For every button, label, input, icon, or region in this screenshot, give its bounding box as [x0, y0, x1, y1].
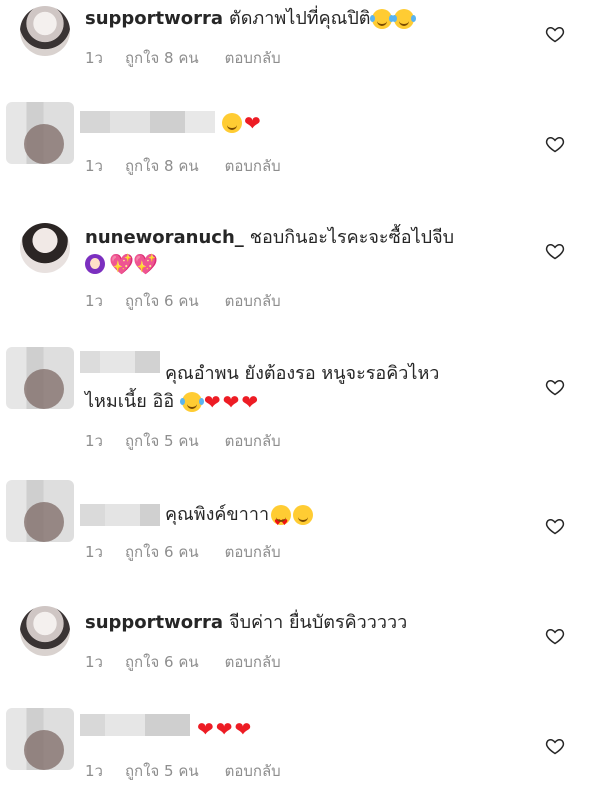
- comment-meta: 1ว ถูกใจ 6 คน ตอบกลับ: [85, 289, 303, 313]
- like-heart-icon[interactable]: [545, 134, 565, 154]
- comment-time: 1ว: [85, 653, 103, 671]
- comment-body: supportworra ตัดภาพไปที่คุณปิติ: [85, 6, 417, 32]
- smiling-face-with-hearts-emoji-icon: [293, 505, 314, 525]
- comment-likes[interactable]: ถูกใจ 6 คน: [125, 543, 199, 561]
- comment-body: ❤ ❤ ❤: [195, 716, 251, 742]
- comment-meta: 1ว ถูกใจ 5 คน ตอบกลับ: [85, 759, 303, 783]
- comment-text-line2: ไหมเนี้ย อิอิ: [85, 391, 175, 412]
- comment-time: 1ว: [85, 543, 103, 561]
- tears-of-joy-emoji-icon: [392, 9, 417, 29]
- like-heart-icon[interactable]: [545, 516, 565, 536]
- avatar[interactable]: [20, 223, 70, 273]
- reply-button[interactable]: ตอบกลับ: [225, 543, 281, 561]
- avatar[interactable]: [6, 480, 74, 542]
- red-heart-emoji-icon: ❤: [215, 717, 233, 741]
- red-heart-emoji-icon: ❤: [203, 390, 221, 414]
- comment-body: nuneworanuch_ ชอบกินอะไรคะจะซื้อไปจีบ: [85, 225, 454, 251]
- reply-button[interactable]: ตอบกลับ: [225, 292, 281, 310]
- comment-likes[interactable]: ถูกใจ 8 คน: [125, 49, 199, 67]
- comment-body: คุณอำพน ยังต้องรอ หนูจะรอคิวไหว: [165, 361, 439, 387]
- comment-meta: 1ว ถูกใจ 6 คน ตอบกลับ: [85, 650, 303, 674]
- blurred-username: [80, 111, 215, 133]
- sparkling-heart-emoji-icon: 💖: [109, 252, 134, 276]
- comment-body-line2: 💖💖: [85, 251, 158, 277]
- red-heart-emoji-icon: ❤: [197, 717, 214, 741]
- like-heart-icon[interactable]: [545, 241, 565, 261]
- comment-time: 1ว: [85, 157, 103, 175]
- like-heart-icon[interactable]: [545, 24, 565, 44]
- sparkling-heart-emoji-icon: 💖: [133, 252, 158, 276]
- reply-button[interactable]: ตอบกลับ: [225, 762, 281, 780]
- reply-button[interactable]: ตอบกลับ: [225, 432, 281, 450]
- comment-body: ❤: [220, 110, 261, 136]
- red-heart-emoji-icon: ❤: [244, 111, 261, 135]
- comment-time: 1ว: [85, 762, 103, 780]
- comment-meta: 1ว ถูกใจ 8 คน ตอบกลับ: [85, 46, 303, 70]
- avatar[interactable]: [6, 347, 74, 409]
- comment-body: supportworra จีบค่าา ยื่นบัตรคิววววว: [85, 610, 407, 636]
- reply-button[interactable]: ตอบกลับ: [225, 157, 281, 175]
- red-heart-emoji-icon: ❤: [234, 717, 252, 741]
- tears-of-joy-emoji-icon: [179, 392, 204, 412]
- comment-body-line2: ไหมเนี้ย อิอิ ❤ ❤ ❤: [85, 389, 258, 415]
- avatar[interactable]: [6, 102, 74, 164]
- comment-text: จีบค่าา ยื่นบัตรคิววววว: [229, 612, 408, 633]
- comment-meta: 1ว ถูกใจ 8 คน ตอบกลับ: [85, 154, 303, 178]
- blurred-username: [80, 504, 160, 526]
- comment-time: 1ว: [85, 49, 103, 67]
- comment-body: คุณพิงค์ขาาา ♥ ♥: [165, 502, 314, 528]
- comment-time: 1ว: [85, 292, 103, 310]
- blurred-username: [80, 351, 160, 373]
- red-heart-emoji-icon: ❤: [222, 390, 240, 414]
- avatar[interactable]: [20, 606, 70, 656]
- tears-of-joy-emoji-icon: [370, 9, 395, 29]
- like-heart-icon[interactable]: [545, 736, 565, 756]
- comment-likes[interactable]: ถูกใจ 5 คน: [125, 432, 199, 450]
- comment-meta: 1ว ถูกใจ 5 คน ตอบกลับ: [85, 429, 303, 453]
- reply-button[interactable]: ตอบกลับ: [225, 49, 281, 67]
- comment-likes[interactable]: ถูกใจ 6 คน: [125, 292, 199, 310]
- reply-button[interactable]: ตอบกลับ: [225, 653, 281, 671]
- avatar[interactable]: [20, 6, 70, 56]
- like-heart-icon[interactable]: [545, 377, 565, 397]
- like-heart-icon[interactable]: [545, 626, 565, 646]
- comment-time: 1ว: [85, 432, 103, 450]
- comment-text: คุณพิงค์ขาาา: [165, 504, 270, 525]
- blurred-username: [80, 714, 190, 736]
- comment-meta: 1ว ถูกใจ 6 คน ตอบกลับ: [85, 540, 303, 564]
- smiling-face-emoji-icon: [222, 113, 242, 133]
- comment-text: คุณอำพน ยังต้องรอ หนูจะรอคิวไหว: [165, 363, 440, 384]
- comment-likes[interactable]: ถูกใจ 6 คน: [125, 653, 199, 671]
- red-heart-emoji-icon: ❤: [241, 390, 259, 414]
- comment-likes[interactable]: ถูกใจ 5 คน: [125, 762, 199, 780]
- comment-text: ตัดภาพไปที่คุณปิติ: [229, 8, 371, 29]
- comment-text: ชอบกินอะไรคะจะซื้อไปจีบ: [249, 227, 455, 248]
- comment-username[interactable]: supportworra: [85, 612, 223, 633]
- avatar[interactable]: [6, 708, 74, 770]
- comment-likes[interactable]: ถูกใจ 8 คน: [125, 157, 199, 175]
- comment-username[interactable]: supportworra: [85, 8, 223, 29]
- heart-eyes-emoji-icon: ♥ ♥: [271, 505, 292, 527]
- woman-emoji-icon: [85, 254, 105, 274]
- comment-username[interactable]: nuneworanuch_: [85, 227, 244, 248]
